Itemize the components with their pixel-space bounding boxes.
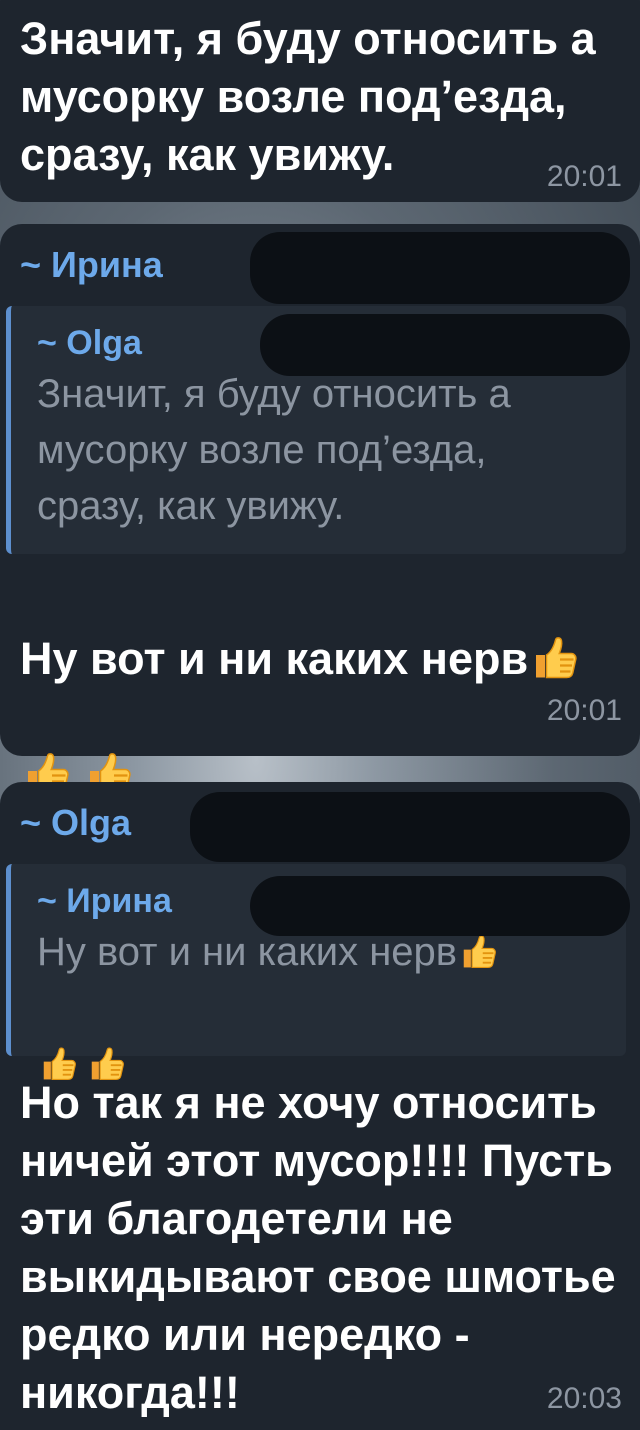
- thumbs-up-icon: [459, 933, 497, 971]
- redacted-area: [250, 876, 630, 936]
- redacted-area: [250, 232, 630, 304]
- message-text: Значит, я буду относить а мусорку возле …: [20, 13, 596, 180]
- message-text: Но так я не хочу относить ничей этот мус…: [20, 1077, 616, 1418]
- message-text-content: Ну вот и ни каких нерв: [20, 633, 529, 684]
- message-time: 20:01: [546, 694, 622, 727]
- message-bubble[interactable]: ~ Ирина ~ Olga Значит, я буду относить а…: [0, 224, 640, 795]
- message-text: Ну вот и ни каких нерв: [20, 572, 620, 804]
- message-time: 20:03: [546, 1382, 622, 1415]
- thumbs-up-icon: [530, 634, 578, 682]
- sender-name[interactable]: ~ Olga: [20, 802, 131, 844]
- sender-name[interactable]: ~ Ирина: [20, 244, 163, 286]
- message-bubble[interactable]: ~ Olga ~ Ирина Ну вот и ни каких нерв Но…: [0, 782, 640, 1430]
- reply-text-content: Ну вот и ни каких нерв: [37, 930, 458, 974]
- redacted-area: [190, 792, 630, 862]
- reply-text: Значит, я буду относить а мусорку возле …: [37, 372, 511, 528]
- reply-text: Ну вот и ни каких нерв: [37, 924, 606, 1092]
- message-time: 20:01: [546, 160, 622, 193]
- message-bubble[interactable]: Значит, я буду относить а мусорку возле …: [0, 0, 640, 202]
- redacted-area: [260, 314, 630, 376]
